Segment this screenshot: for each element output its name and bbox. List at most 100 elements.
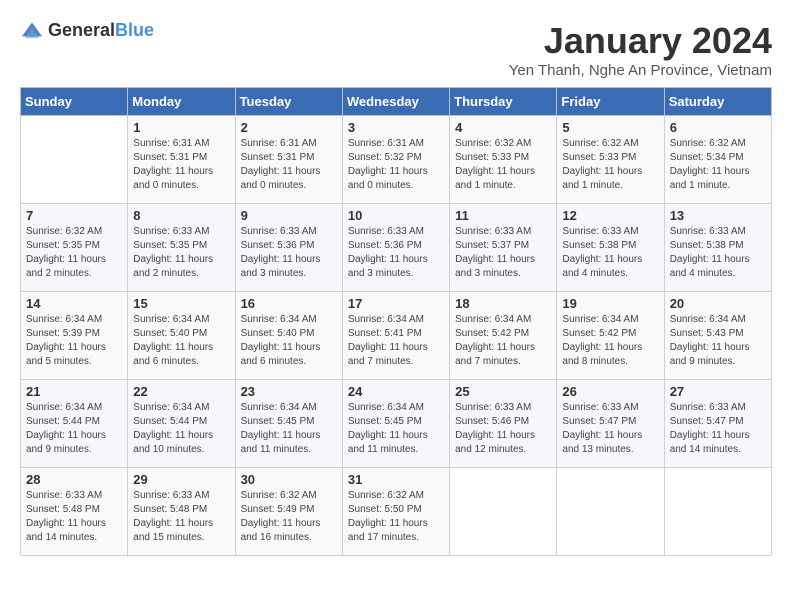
day-info: Sunrise: 6:33 AMSunset: 5:38 PMDaylight:…	[562, 225, 658, 281]
day-info: Sunrise: 6:33 AMSunset: 5:46 PMDaylight:…	[455, 401, 551, 457]
weekday-header-thursday: Thursday	[450, 88, 557, 116]
day-info: Sunrise: 6:33 AMSunset: 5:48 PMDaylight:…	[26, 489, 122, 545]
calendar-cell	[664, 468, 771, 556]
day-number: 29	[133, 472, 229, 487]
day-number: 10	[348, 208, 444, 223]
calendar-cell: 11 Sunrise: 6:33 AMSunset: 5:37 PMDayligh…	[450, 204, 557, 292]
day-number: 30	[241, 472, 337, 487]
day-info: Sunrise: 6:33 AMSunset: 5:36 PMDaylight:…	[348, 225, 444, 281]
calendar-cell: 21 Sunrise: 6:34 AMSunset: 5:44 PMDayligh…	[21, 380, 128, 468]
calendar-cell: 10 Sunrise: 6:33 AMSunset: 5:36 PMDayligh…	[342, 204, 449, 292]
day-number: 23	[241, 384, 337, 399]
calendar-subtitle: Yen Thanh, Nghe An Province, Vietnam	[509, 62, 772, 79]
day-info: Sunrise: 6:34 AMSunset: 5:42 PMDaylight:…	[562, 313, 658, 369]
day-info: Sunrise: 6:32 AMSunset: 5:33 PMDaylight:…	[562, 137, 658, 193]
calendar-cell: 16 Sunrise: 6:34 AMSunset: 5:40 PMDayligh…	[235, 292, 342, 380]
day-info: Sunrise: 6:34 AMSunset: 5:44 PMDaylight:…	[133, 401, 229, 457]
day-info: Sunrise: 6:33 AMSunset: 5:38 PMDaylight:…	[670, 225, 766, 281]
day-info: Sunrise: 6:31 AMSunset: 5:32 PMDaylight:…	[348, 137, 444, 193]
calendar-cell: 23 Sunrise: 6:34 AMSunset: 5:45 PMDayligh…	[235, 380, 342, 468]
day-number: 8	[133, 208, 229, 223]
day-number: 5	[562, 120, 658, 135]
calendar-cell: 28Sunrise: 6:33 AMSunset: 5:48 PMDayligh…	[21, 468, 128, 556]
calendar-cell: 22 Sunrise: 6:34 AMSunset: 5:44 PMDayligh…	[128, 380, 235, 468]
day-info: Sunrise: 6:33 AMSunset: 5:48 PMDaylight:…	[133, 489, 229, 545]
day-number: 3	[348, 120, 444, 135]
calendar-cell: 29 Sunrise: 6:33 AMSunset: 5:48 PMDayligh…	[128, 468, 235, 556]
calendar-cell: 2 Sunrise: 6:31 AMSunset: 5:31 PMDaylight…	[235, 116, 342, 204]
day-info: Sunrise: 6:34 AMSunset: 5:41 PMDaylight:…	[348, 313, 444, 369]
day-number: 27	[670, 384, 766, 399]
calendar-cell: 24Sunrise: 6:34 AMSunset: 5:45 PMDayligh…	[342, 380, 449, 468]
calendar-cell: 20 Sunrise: 6:34 AMSunset: 5:43 PMDayligh…	[664, 292, 771, 380]
weekday-header-friday: Friday	[557, 88, 664, 116]
day-number: 2	[241, 120, 337, 135]
calendar-cell: 30 Sunrise: 6:32 AMSunset: 5:49 PMDayligh…	[235, 468, 342, 556]
day-info: Sunrise: 6:34 AMSunset: 5:42 PMDaylight:…	[455, 313, 551, 369]
day-info: Sunrise: 6:31 AMSunset: 5:31 PMDaylight:…	[241, 137, 337, 193]
day-info: Sunrise: 6:34 AMSunset: 5:39 PMDaylight:…	[26, 313, 122, 369]
calendar-cell: 14Sunrise: 6:34 AMSunset: 5:39 PMDayligh…	[21, 292, 128, 380]
weekday-header-tuesday: Tuesday	[235, 88, 342, 116]
day-info: Sunrise: 6:32 AMSunset: 5:35 PMDaylight:…	[26, 225, 122, 281]
calendar-cell: 4 Sunrise: 6:32 AMSunset: 5:33 PMDaylight…	[450, 116, 557, 204]
day-info: Sunrise: 6:34 AMSunset: 5:40 PMDaylight:…	[133, 313, 229, 369]
day-info: Sunrise: 6:33 AMSunset: 5:36 PMDaylight:…	[241, 225, 337, 281]
calendar-cell: 1 Sunrise: 6:31 AMSunset: 5:31 PMDaylight…	[128, 116, 235, 204]
day-number: 21	[26, 384, 122, 399]
day-number: 25	[455, 384, 551, 399]
calendar-table: SundayMondayTuesdayWednesdayThursdayFrid…	[20, 87, 772, 556]
weekday-header-monday: Monday	[128, 88, 235, 116]
day-number: 15	[133, 296, 229, 311]
day-info: Sunrise: 6:34 AMSunset: 5:45 PMDaylight:…	[241, 401, 337, 457]
day-number: 1	[133, 120, 229, 135]
calendar-cell: 18 Sunrise: 6:34 AMSunset: 5:42 PMDayligh…	[450, 292, 557, 380]
day-number: 13	[670, 208, 766, 223]
day-number: 11	[455, 208, 551, 223]
day-number: 16	[241, 296, 337, 311]
calendar-cell: 26Sunrise: 6:33 AMSunset: 5:47 PMDayligh…	[557, 380, 664, 468]
day-number: 18	[455, 296, 551, 311]
day-info: Sunrise: 6:34 AMSunset: 5:44 PMDaylight:…	[26, 401, 122, 457]
page-header: GeneralBlue January 2024 Yen Thanh, Nghe…	[20, 20, 772, 79]
day-number: 31	[348, 472, 444, 487]
calendar-cell: 13 Sunrise: 6:33 AMSunset: 5:38 PMDayligh…	[664, 204, 771, 292]
day-number: 19	[562, 296, 658, 311]
logo-icon	[20, 21, 44, 41]
logo-blue: Blue	[115, 20, 154, 40]
day-number: 9	[241, 208, 337, 223]
day-info: Sunrise: 6:34 AMSunset: 5:43 PMDaylight:…	[670, 313, 766, 369]
day-number: 20	[670, 296, 766, 311]
calendar-cell: 19 Sunrise: 6:34 AMSunset: 5:42 PMDayligh…	[557, 292, 664, 380]
day-info: Sunrise: 6:32 AMSunset: 5:33 PMDaylight:…	[455, 137, 551, 193]
day-number: 24	[348, 384, 444, 399]
calendar-cell: 8 Sunrise: 6:33 AMSunset: 5:35 PMDaylight…	[128, 204, 235, 292]
calendar-cell: 7 Sunrise: 6:32 AMSunset: 5:35 PMDaylight…	[21, 204, 128, 292]
calendar-cell	[450, 468, 557, 556]
calendar-title: January 2024	[509, 20, 772, 62]
logo-general: General	[48, 20, 115, 40]
day-info: Sunrise: 6:33 AMSunset: 5:35 PMDaylight:…	[133, 225, 229, 281]
calendar-cell	[557, 468, 664, 556]
weekday-header-saturday: Saturday	[664, 88, 771, 116]
calendar-cell: 25 Sunrise: 6:33 AMSunset: 5:46 PMDayligh…	[450, 380, 557, 468]
day-number: 22	[133, 384, 229, 399]
day-info: Sunrise: 6:33 AMSunset: 5:37 PMDaylight:…	[455, 225, 551, 281]
day-number: 7	[26, 208, 122, 223]
day-number: 12	[562, 208, 658, 223]
calendar-cell: 17Sunrise: 6:34 AMSunset: 5:41 PMDayligh…	[342, 292, 449, 380]
day-info: Sunrise: 6:31 AMSunset: 5:31 PMDaylight:…	[133, 137, 229, 193]
title-area: January 2024 Yen Thanh, Nghe An Province…	[509, 20, 772, 79]
calendar-cell: 15 Sunrise: 6:34 AMSunset: 5:40 PMDayligh…	[128, 292, 235, 380]
calendar-cell: 6Sunrise: 6:32 AMSunset: 5:34 PMDaylight…	[664, 116, 771, 204]
calendar-cell: 12 Sunrise: 6:33 AMSunset: 5:38 PMDayligh…	[557, 204, 664, 292]
weekday-header-sunday: Sunday	[21, 88, 128, 116]
calendar-cell: 9 Sunrise: 6:33 AMSunset: 5:36 PMDaylight…	[235, 204, 342, 292]
day-info: Sunrise: 6:32 AMSunset: 5:50 PMDaylight:…	[348, 489, 444, 545]
day-number: 4	[455, 120, 551, 135]
calendar-cell	[21, 116, 128, 204]
calendar-cell: 5 Sunrise: 6:32 AMSunset: 5:33 PMDaylight…	[557, 116, 664, 204]
calendar-cell: 31 Sunrise: 6:32 AMSunset: 5:50 PMDayligh…	[342, 468, 449, 556]
day-info: Sunrise: 6:32 AMSunset: 5:49 PMDaylight:…	[241, 489, 337, 545]
day-info: Sunrise: 6:34 AMSunset: 5:40 PMDaylight:…	[241, 313, 337, 369]
